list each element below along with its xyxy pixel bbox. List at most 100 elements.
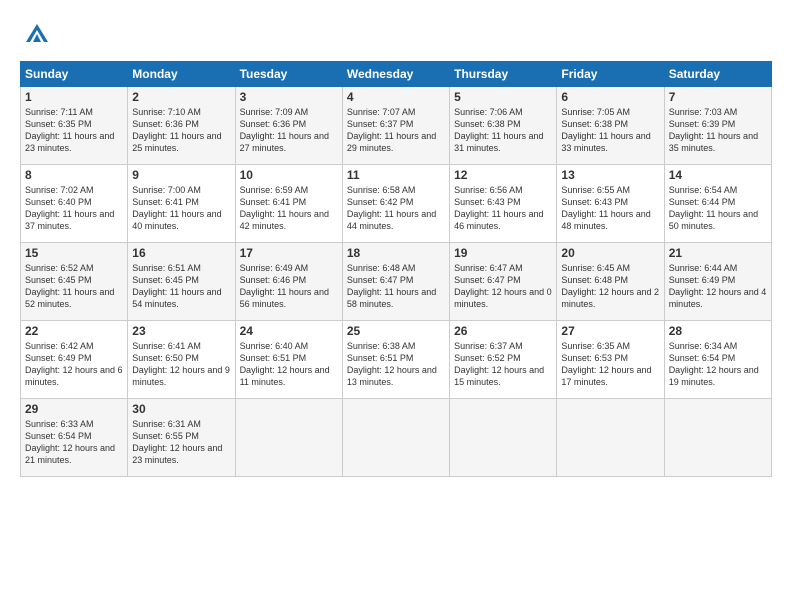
day-number: 16 (132, 246, 230, 260)
day-number: 19 (454, 246, 552, 260)
day-info: Sunrise: 6:48 AM Sunset: 6:47 PM Dayligh… (347, 262, 445, 311)
day-info: Sunrise: 6:56 AM Sunset: 6:43 PM Dayligh… (454, 184, 552, 233)
week-row-3: 15 Sunrise: 6:52 AM Sunset: 6:45 PM Dayli… (21, 243, 772, 321)
day-number: 15 (25, 246, 123, 260)
day-cell: 12 Sunrise: 6:56 AM Sunset: 6:43 PM Dayli… (450, 165, 557, 243)
day-cell: 9 Sunrise: 7:00 AM Sunset: 6:41 PM Daylig… (128, 165, 235, 243)
day-info: Sunrise: 6:35 AM Sunset: 6:53 PM Dayligh… (561, 340, 659, 389)
day-cell: 27 Sunrise: 6:35 AM Sunset: 6:53 PM Dayli… (557, 321, 664, 399)
day-info: Sunrise: 6:42 AM Sunset: 6:49 PM Dayligh… (25, 340, 123, 389)
day-info: Sunrise: 7:07 AM Sunset: 6:37 PM Dayligh… (347, 106, 445, 155)
logo (20, 20, 50, 53)
day-number: 2 (132, 90, 230, 104)
day-cell: 23 Sunrise: 6:41 AM Sunset: 6:50 PM Dayli… (128, 321, 235, 399)
day-cell: 24Sunrise: 6:40 AM Sunset: 6:51 PM Dayli… (235, 321, 342, 399)
week-row-2: 8 Sunrise: 7:02 AM Sunset: 6:40 PM Daylig… (21, 165, 772, 243)
day-info: Sunrise: 7:06 AM Sunset: 6:38 PM Dayligh… (454, 106, 552, 155)
day-number: 13 (561, 168, 659, 182)
day-cell: 2 Sunrise: 7:10 AM Sunset: 6:36 PM Daylig… (128, 87, 235, 165)
week-row-1: 1 Sunrise: 7:11 AM Sunset: 6:35 PM Daylig… (21, 87, 772, 165)
day-cell: 15 Sunrise: 6:52 AM Sunset: 6:45 PM Dayli… (21, 243, 128, 321)
day-number: 8 (25, 168, 123, 182)
day-number: 7 (669, 90, 767, 104)
day-info: Sunrise: 6:33 AM Sunset: 6:54 PM Dayligh… (25, 418, 123, 467)
day-info: Sunrise: 7:02 AM Sunset: 6:40 PM Dayligh… (25, 184, 123, 233)
day-cell: 14Sunrise: 6:54 AM Sunset: 6:44 PM Dayli… (664, 165, 771, 243)
day-cell: 20 Sunrise: 6:45 AM Sunset: 6:48 PM Dayli… (557, 243, 664, 321)
day-number: 5 (454, 90, 552, 104)
day-cell: 4 Sunrise: 7:07 AM Sunset: 6:37 PM Daylig… (342, 87, 449, 165)
day-info: Sunrise: 6:47 AM Sunset: 6:47 PM Dayligh… (454, 262, 552, 311)
day-cell: 5 Sunrise: 7:06 AM Sunset: 6:38 PM Daylig… (450, 87, 557, 165)
day-info: Sunrise: 6:51 AM Sunset: 6:45 PM Dayligh… (132, 262, 230, 311)
day-info: Sunrise: 7:11 AM Sunset: 6:35 PM Dayligh… (25, 106, 123, 155)
day-info: Sunrise: 7:00 AM Sunset: 6:41 PM Dayligh… (132, 184, 230, 233)
col-friday: Friday (557, 62, 664, 87)
day-info: Sunrise: 7:10 AM Sunset: 6:36 PM Dayligh… (132, 106, 230, 155)
day-cell: 28 Sunrise: 6:34 AM Sunset: 6:54 PM Dayli… (664, 321, 771, 399)
day-number: 14 (669, 168, 767, 182)
day-number: 4 (347, 90, 445, 104)
day-cell: 11 Sunrise: 6:58 AM Sunset: 6:42 PM Dayli… (342, 165, 449, 243)
day-cell (450, 399, 557, 477)
day-number: 12 (454, 168, 552, 182)
day-number: 27 (561, 324, 659, 338)
col-tuesday: Tuesday (235, 62, 342, 87)
col-monday: Monday (128, 62, 235, 87)
day-info: Sunrise: 6:41 AM Sunset: 6:50 PM Dayligh… (132, 340, 230, 389)
day-info: Sunrise: 6:58 AM Sunset: 6:42 PM Dayligh… (347, 184, 445, 233)
day-cell: 8 Sunrise: 7:02 AM Sunset: 6:40 PM Daylig… (21, 165, 128, 243)
day-number: 1 (25, 90, 123, 104)
day-number: 21 (669, 246, 767, 260)
day-cell: 1 Sunrise: 7:11 AM Sunset: 6:35 PM Daylig… (21, 87, 128, 165)
day-cell: 29 Sunrise: 6:33 AM Sunset: 6:54 PM Dayli… (21, 399, 128, 477)
day-number: 24 (240, 324, 338, 338)
col-wednesday: Wednesday (342, 62, 449, 87)
day-cell: 7 Sunrise: 7:03 AM Sunset: 6:39 PM Daylig… (664, 87, 771, 165)
day-info: Sunrise: 6:34 AM Sunset: 6:54 PM Dayligh… (669, 340, 767, 389)
day-number: 23 (132, 324, 230, 338)
day-number: 9 (132, 168, 230, 182)
day-info: Sunrise: 6:37 AM Sunset: 6:52 PM Dayligh… (454, 340, 552, 389)
week-row-5: 29 Sunrise: 6:33 AM Sunset: 6:54 PM Dayli… (21, 399, 772, 477)
day-info: Sunrise: 6:45 AM Sunset: 6:48 PM Dayligh… (561, 262, 659, 311)
day-cell: 30 Sunrise: 6:31 AM Sunset: 6:55 PM Dayli… (128, 399, 235, 477)
col-sunday: Sunday (21, 62, 128, 87)
day-cell: 26Sunrise: 6:37 AM Sunset: 6:52 PM Dayli… (450, 321, 557, 399)
day-info: Sunrise: 6:59 AM Sunset: 6:41 PM Dayligh… (240, 184, 338, 233)
day-cell: 13Sunrise: 6:55 AM Sunset: 6:43 PM Dayli… (557, 165, 664, 243)
calendar-table: Sunday Monday Tuesday Wednesday Thursday… (20, 61, 772, 477)
day-info: Sunrise: 6:31 AM Sunset: 6:55 PM Dayligh… (132, 418, 230, 467)
header (20, 16, 772, 53)
day-cell: 16 Sunrise: 6:51 AM Sunset: 6:45 PM Dayli… (128, 243, 235, 321)
day-number: 25 (347, 324, 445, 338)
col-thursday: Thursday (450, 62, 557, 87)
header-row: Sunday Monday Tuesday Wednesday Thursday… (21, 62, 772, 87)
page: Sunday Monday Tuesday Wednesday Thursday… (0, 0, 792, 612)
day-number: 29 (25, 402, 123, 416)
day-cell: 6 Sunrise: 7:05 AM Sunset: 6:38 PM Daylig… (557, 87, 664, 165)
day-number: 28 (669, 324, 767, 338)
day-info: Sunrise: 6:52 AM Sunset: 6:45 PM Dayligh… (25, 262, 123, 311)
day-info: Sunrise: 7:05 AM Sunset: 6:38 PM Dayligh… (561, 106, 659, 155)
day-cell (342, 399, 449, 477)
day-info: Sunrise: 6:44 AM Sunset: 6:49 PM Dayligh… (669, 262, 767, 311)
day-number: 30 (132, 402, 230, 416)
day-cell (664, 399, 771, 477)
day-cell (235, 399, 342, 477)
day-number: 3 (240, 90, 338, 104)
day-number: 10 (240, 168, 338, 182)
day-number: 6 (561, 90, 659, 104)
day-info: Sunrise: 6:38 AM Sunset: 6:51 PM Dayligh… (347, 340, 445, 389)
day-info: Sunrise: 6:49 AM Sunset: 6:46 PM Dayligh… (240, 262, 338, 311)
day-info: Sunrise: 7:03 AM Sunset: 6:39 PM Dayligh… (669, 106, 767, 155)
day-cell: 10 Sunrise: 6:59 AM Sunset: 6:41 PM Dayli… (235, 165, 342, 243)
day-cell (557, 399, 664, 477)
day-cell: 22 Sunrise: 6:42 AM Sunset: 6:49 PM Dayli… (21, 321, 128, 399)
day-number: 22 (25, 324, 123, 338)
day-cell: 25 Sunrise: 6:38 AM Sunset: 6:51 PM Dayli… (342, 321, 449, 399)
col-saturday: Saturday (664, 62, 771, 87)
day-number: 11 (347, 168, 445, 182)
day-number: 20 (561, 246, 659, 260)
day-cell: 18Sunrise: 6:48 AM Sunset: 6:47 PM Dayli… (342, 243, 449, 321)
